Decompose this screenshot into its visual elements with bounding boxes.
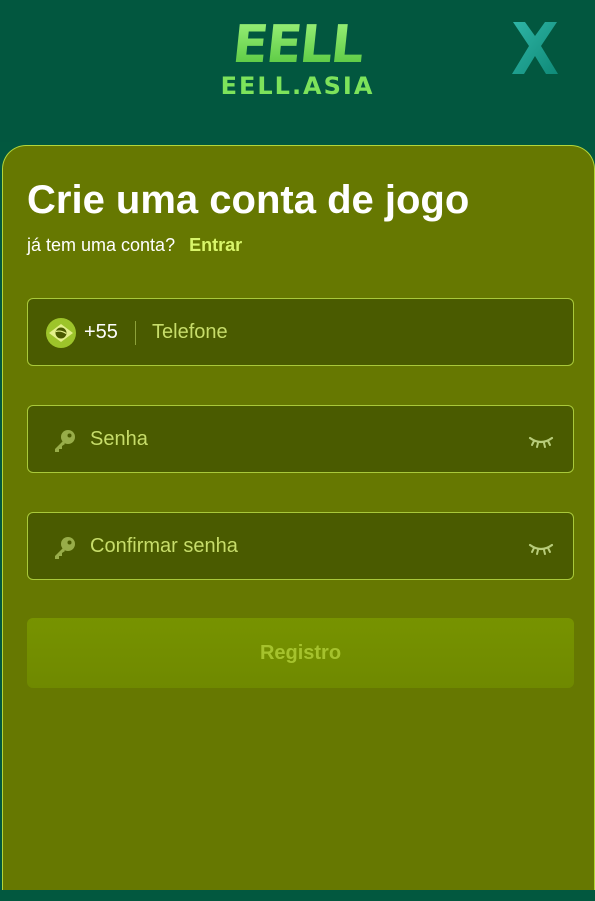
register-card: Crie uma conta de jogo já tem uma conta?… [2, 145, 595, 890]
register-button[interactable]: Registro [27, 618, 574, 688]
bottom-bar [0, 890, 595, 901]
key-icon [55, 430, 75, 452]
eye-closed-icon[interactable] [528, 537, 554, 557]
logo: EELL EELL.ASIA [197, 15, 398, 103]
logo-subtitle: EELL.ASIA [220, 72, 375, 100]
brazil-flag-icon[interactable] [46, 318, 76, 348]
logo-mark: EELL [197, 15, 398, 75]
password-field[interactable] [27, 405, 574, 473]
country-code[interactable]: +55 [84, 320, 118, 344]
key-icon [55, 537, 75, 559]
eye-closed-icon[interactable] [528, 430, 554, 450]
field-divider [135, 321, 136, 345]
page-title: Crie uma conta de jogo [27, 178, 470, 222]
header: EELL EELL.ASIA [0, 0, 595, 142]
password-input[interactable] [90, 420, 510, 458]
close-button[interactable] [503, 16, 567, 80]
close-icon [512, 22, 558, 74]
have-account-text: já tem uma conta? [27, 235, 176, 255]
login-prompt: já tem uma conta? Entrar [27, 234, 242, 256]
login-link[interactable]: Entrar [189, 235, 242, 255]
register-screen: EELL EELL.ASIA Crie uma conta de jogo já… [0, 0, 595, 901]
confirm-password-input[interactable] [90, 527, 510, 565]
phone-field[interactable]: +55 [27, 298, 574, 366]
phone-input[interactable] [152, 313, 552, 351]
confirm-password-field[interactable] [27, 512, 574, 580]
